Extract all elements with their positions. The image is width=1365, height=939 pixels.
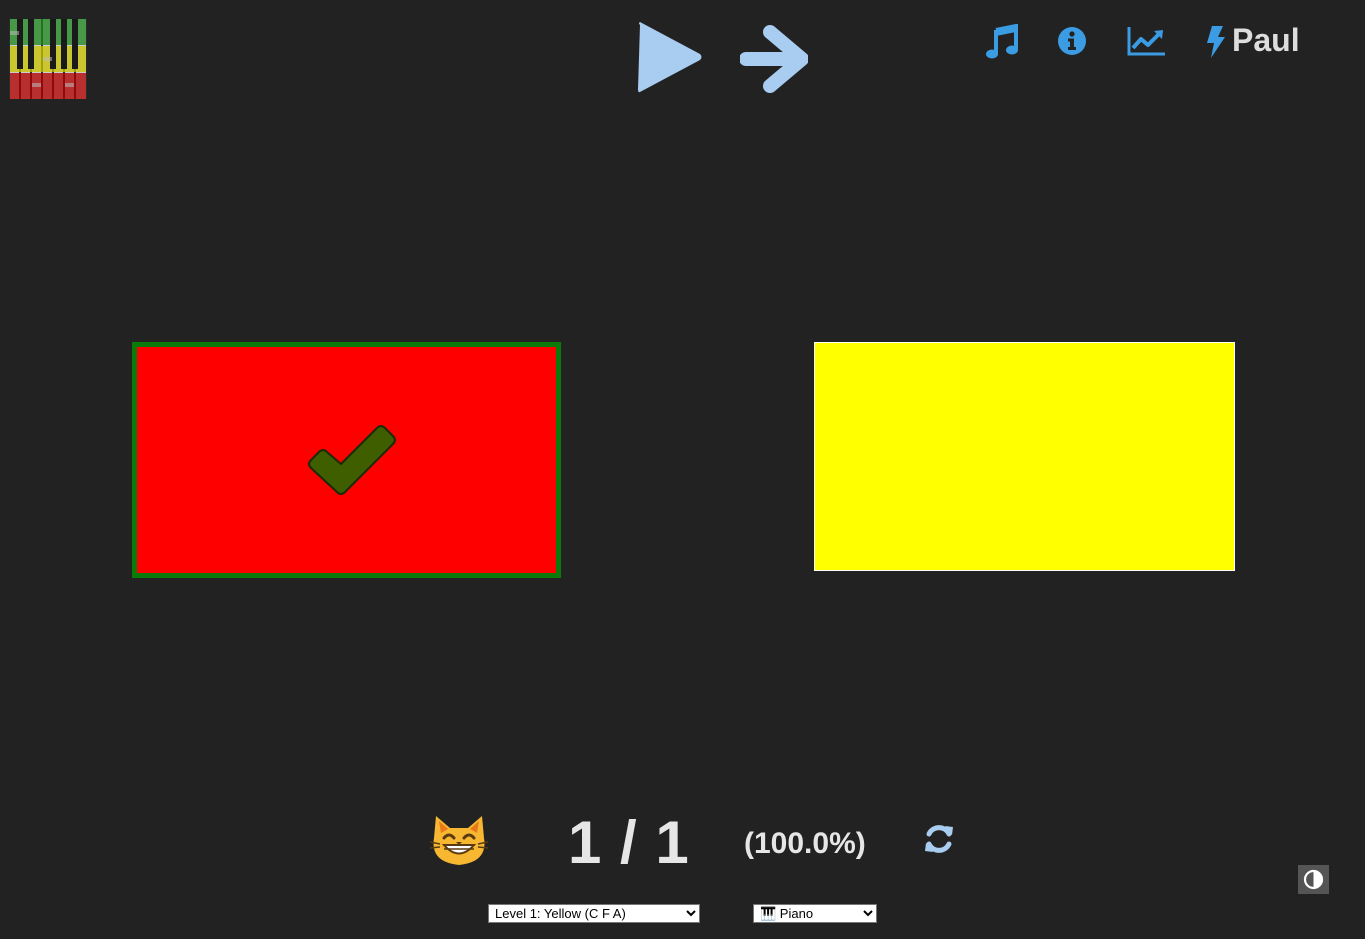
next-button[interactable] <box>739 24 809 96</box>
stats-button[interactable] <box>1127 26 1167 62</box>
user-name[interactable]: Paul <box>1232 22 1300 59</box>
contrast-toggle-button[interactable] <box>1298 865 1329 894</box>
music-note-button[interactable] <box>986 23 1018 60</box>
app-page: Paul 1 / 1 (100.0%) Level 1: Yellow (C F… <box>0 0 1365 939</box>
arrow-right-icon <box>739 25 809 93</box>
piano-keys-logo-icon <box>9 19 87 99</box>
cat-face-icon <box>429 816 489 865</box>
music-note-icon <box>986 23 1018 59</box>
refresh-icon <box>925 825 953 853</box>
logo <box>9 19 87 99</box>
info-icon <box>1058 27 1086 55</box>
play-icon <box>638 22 702 93</box>
bolt-icon <box>1207 26 1225 58</box>
info-button[interactable] <box>1057 26 1087 62</box>
grinning-cat-emoji <box>429 812 489 868</box>
check-icon <box>308 425 396 495</box>
score-percent: (100.0%) <box>744 827 866 860</box>
color-choice-yellow[interactable] <box>814 342 1235 571</box>
play-button[interactable] <box>636 21 704 93</box>
contrast-icon <box>1303 869 1324 890</box>
color-choice-red[interactable] <box>132 342 561 578</box>
instrument-select[interactable]: 🎹 Piano <box>753 904 877 923</box>
chart-line-icon <box>1127 27 1165 56</box>
reset-score-button[interactable] <box>923 822 955 856</box>
score-count: 1 / 1 <box>568 809 690 876</box>
bolt-button[interactable] <box>1206 25 1226 61</box>
level-select[interactable]: Level 1: Yellow (C F A) <box>488 904 700 923</box>
